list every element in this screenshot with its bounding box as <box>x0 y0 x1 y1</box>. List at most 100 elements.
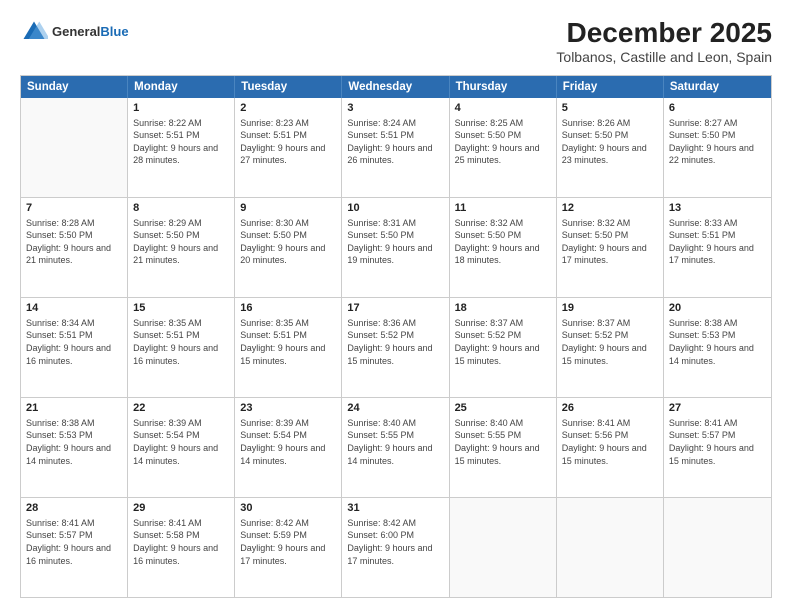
calendar-cell: 14Sunrise: 8:34 AMSunset: 5:51 PMDayligh… <box>21 298 128 397</box>
calendar-cell: 25Sunrise: 8:40 AMSunset: 5:55 PMDayligh… <box>450 398 557 497</box>
day-number: 5 <box>562 101 658 116</box>
calendar-cell: 10Sunrise: 8:31 AMSunset: 5:50 PMDayligh… <box>342 198 449 297</box>
cell-info: Sunrise: 8:42 AMSunset: 5:59 PMDaylight:… <box>240 517 336 567</box>
day-number: 22 <box>133 401 229 416</box>
day-number: 9 <box>240 201 336 216</box>
day-number: 25 <box>455 401 551 416</box>
day-number: 12 <box>562 201 658 216</box>
day-number: 29 <box>133 501 229 516</box>
calendar-cell: 12Sunrise: 8:32 AMSunset: 5:50 PMDayligh… <box>557 198 664 297</box>
cell-info: Sunrise: 8:41 AMSunset: 5:57 PMDaylight:… <box>669 417 766 467</box>
cell-info: Sunrise: 8:27 AMSunset: 5:50 PMDaylight:… <box>669 117 766 167</box>
day-number: 6 <box>669 101 766 116</box>
cell-info: Sunrise: 8:41 AMSunset: 5:56 PMDaylight:… <box>562 417 658 467</box>
cell-info: Sunrise: 8:42 AMSunset: 6:00 PMDaylight:… <box>347 517 443 567</box>
cell-info: Sunrise: 8:30 AMSunset: 5:50 PMDaylight:… <box>240 217 336 267</box>
main-title: December 2025 <box>556 18 772 49</box>
cell-info: Sunrise: 8:24 AMSunset: 5:51 PMDaylight:… <box>347 117 443 167</box>
day-number: 3 <box>347 101 443 116</box>
page: GeneralBlue December 2025 Tolbanos, Cast… <box>0 0 792 612</box>
cell-info: Sunrise: 8:38 AMSunset: 5:53 PMDaylight:… <box>26 417 122 467</box>
calendar-cell: 1Sunrise: 8:22 AMSunset: 5:51 PMDaylight… <box>128 98 235 197</box>
calendar-cell: 4Sunrise: 8:25 AMSunset: 5:50 PMDaylight… <box>450 98 557 197</box>
day-number: 10 <box>347 201 443 216</box>
day-number: 28 <box>26 501 122 516</box>
cell-info: Sunrise: 8:32 AMSunset: 5:50 PMDaylight:… <box>455 217 551 267</box>
day-number: 13 <box>669 201 766 216</box>
day-number: 27 <box>669 401 766 416</box>
calendar-cell: 8Sunrise: 8:29 AMSunset: 5:50 PMDaylight… <box>128 198 235 297</box>
day-number: 11 <box>455 201 551 216</box>
calendar-cell: 7Sunrise: 8:28 AMSunset: 5:50 PMDaylight… <box>21 198 128 297</box>
cell-info: Sunrise: 8:25 AMSunset: 5:50 PMDaylight:… <box>455 117 551 167</box>
cell-info: Sunrise: 8:40 AMSunset: 5:55 PMDaylight:… <box>455 417 551 467</box>
calendar-cell: 9Sunrise: 8:30 AMSunset: 5:50 PMDaylight… <box>235 198 342 297</box>
calendar-cell: 26Sunrise: 8:41 AMSunset: 5:56 PMDayligh… <box>557 398 664 497</box>
cell-info: Sunrise: 8:32 AMSunset: 5:50 PMDaylight:… <box>562 217 658 267</box>
calendar-cell: 3Sunrise: 8:24 AMSunset: 5:51 PMDaylight… <box>342 98 449 197</box>
calendar-cell: 2Sunrise: 8:23 AMSunset: 5:51 PMDaylight… <box>235 98 342 197</box>
calendar-week: 7Sunrise: 8:28 AMSunset: 5:50 PMDaylight… <box>21 198 771 298</box>
cell-info: Sunrise: 8:33 AMSunset: 5:51 PMDaylight:… <box>669 217 766 267</box>
header: GeneralBlue December 2025 Tolbanos, Cast… <box>20 18 772 65</box>
day-number: 26 <box>562 401 658 416</box>
calendar-cell: 15Sunrise: 8:35 AMSunset: 5:51 PMDayligh… <box>128 298 235 397</box>
calendar-header-cell: Wednesday <box>342 76 449 98</box>
calendar-week: 21Sunrise: 8:38 AMSunset: 5:53 PMDayligh… <box>21 398 771 498</box>
day-number: 4 <box>455 101 551 116</box>
calendar-cell: 11Sunrise: 8:32 AMSunset: 5:50 PMDayligh… <box>450 198 557 297</box>
day-number: 31 <box>347 501 443 516</box>
logo-text: GeneralBlue <box>52 24 129 40</box>
calendar: SundayMondayTuesdayWednesdayThursdayFrid… <box>20 75 772 598</box>
calendar-cell: 24Sunrise: 8:40 AMSunset: 5:55 PMDayligh… <box>342 398 449 497</box>
cell-info: Sunrise: 8:40 AMSunset: 5:55 PMDaylight:… <box>347 417 443 467</box>
cell-info: Sunrise: 8:22 AMSunset: 5:51 PMDaylight:… <box>133 117 229 167</box>
logo-blue: Blue <box>100 24 128 39</box>
calendar-header-cell: Friday <box>557 76 664 98</box>
day-number: 20 <box>669 301 766 316</box>
day-number: 19 <box>562 301 658 316</box>
subtitle: Tolbanos, Castille and Leon, Spain <box>556 49 772 65</box>
calendar-cell <box>664 498 771 597</box>
calendar-header-cell: Thursday <box>450 76 557 98</box>
day-number: 24 <box>347 401 443 416</box>
calendar-cell: 20Sunrise: 8:38 AMSunset: 5:53 PMDayligh… <box>664 298 771 397</box>
cell-info: Sunrise: 8:38 AMSunset: 5:53 PMDaylight:… <box>669 317 766 367</box>
calendar-cell <box>557 498 664 597</box>
day-number: 8 <box>133 201 229 216</box>
calendar-header-row: SundayMondayTuesdayWednesdayThursdayFrid… <box>21 76 771 98</box>
calendar-cell: 29Sunrise: 8:41 AMSunset: 5:58 PMDayligh… <box>128 498 235 597</box>
calendar-cell: 21Sunrise: 8:38 AMSunset: 5:53 PMDayligh… <box>21 398 128 497</box>
logo-general: General <box>52 24 100 39</box>
calendar-cell: 22Sunrise: 8:39 AMSunset: 5:54 PMDayligh… <box>128 398 235 497</box>
calendar-cell: 30Sunrise: 8:42 AMSunset: 5:59 PMDayligh… <box>235 498 342 597</box>
cell-info: Sunrise: 8:35 AMSunset: 5:51 PMDaylight:… <box>240 317 336 367</box>
cell-info: Sunrise: 8:31 AMSunset: 5:50 PMDaylight:… <box>347 217 443 267</box>
calendar-header-cell: Monday <box>128 76 235 98</box>
calendar-header-cell: Sunday <box>21 76 128 98</box>
day-number: 17 <box>347 301 443 316</box>
cell-info: Sunrise: 8:34 AMSunset: 5:51 PMDaylight:… <box>26 317 122 367</box>
calendar-cell: 19Sunrise: 8:37 AMSunset: 5:52 PMDayligh… <box>557 298 664 397</box>
logo-icon <box>20 18 48 46</box>
cell-info: Sunrise: 8:28 AMSunset: 5:50 PMDaylight:… <box>26 217 122 267</box>
cell-info: Sunrise: 8:41 AMSunset: 5:57 PMDaylight:… <box>26 517 122 567</box>
calendar-body: 1Sunrise: 8:22 AMSunset: 5:51 PMDaylight… <box>21 98 771 597</box>
title-area: December 2025 Tolbanos, Castille and Leo… <box>556 18 772 65</box>
cell-info: Sunrise: 8:41 AMSunset: 5:58 PMDaylight:… <box>133 517 229 567</box>
calendar-cell: 23Sunrise: 8:39 AMSunset: 5:54 PMDayligh… <box>235 398 342 497</box>
day-number: 30 <box>240 501 336 516</box>
cell-info: Sunrise: 8:39 AMSunset: 5:54 PMDaylight:… <box>240 417 336 467</box>
day-number: 7 <box>26 201 122 216</box>
day-number: 14 <box>26 301 122 316</box>
calendar-header-cell: Tuesday <box>235 76 342 98</box>
cell-info: Sunrise: 8:23 AMSunset: 5:51 PMDaylight:… <box>240 117 336 167</box>
cell-info: Sunrise: 8:37 AMSunset: 5:52 PMDaylight:… <box>562 317 658 367</box>
cell-info: Sunrise: 8:36 AMSunset: 5:52 PMDaylight:… <box>347 317 443 367</box>
calendar-week: 1Sunrise: 8:22 AMSunset: 5:51 PMDaylight… <box>21 98 771 198</box>
calendar-cell: 28Sunrise: 8:41 AMSunset: 5:57 PMDayligh… <box>21 498 128 597</box>
calendar-cell: 13Sunrise: 8:33 AMSunset: 5:51 PMDayligh… <box>664 198 771 297</box>
cell-info: Sunrise: 8:26 AMSunset: 5:50 PMDaylight:… <box>562 117 658 167</box>
calendar-week: 14Sunrise: 8:34 AMSunset: 5:51 PMDayligh… <box>21 298 771 398</box>
calendar-header-cell: Saturday <box>664 76 771 98</box>
